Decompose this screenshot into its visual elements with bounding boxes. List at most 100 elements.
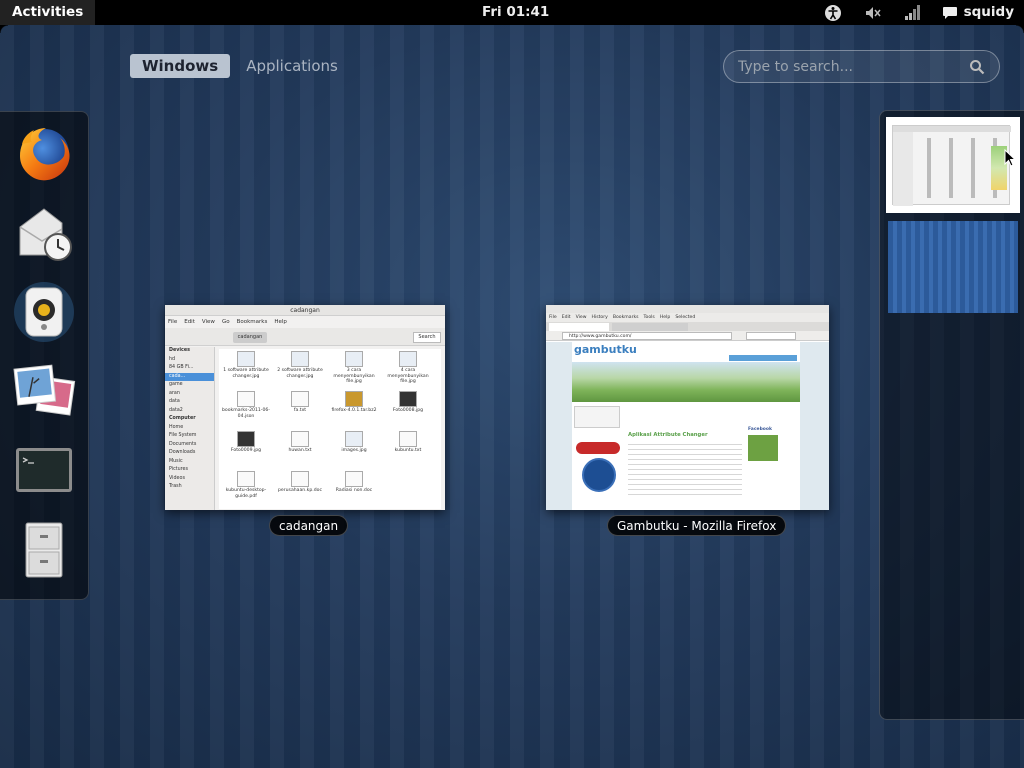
- tab-bar: [546, 322, 829, 331]
- file-item[interactable]: bookmarks-2011-06-04.json: [219, 389, 273, 429]
- workspace-mini-window: [892, 125, 1011, 206]
- file-name: 1 software attribute changer.jpg: [223, 368, 269, 379]
- window-titlebar: [546, 305, 829, 313]
- sidebar-item[interactable]: 84 GB Fi...: [169, 364, 214, 373]
- search-icon: [970, 60, 985, 75]
- banner-badge[interactable]: [576, 442, 620, 454]
- window-caption-firefox[interactable]: Gambutku - Mozilla Firefox: [607, 515, 787, 536]
- window-thumbnail-firefox[interactable]: File Edit View History Bookmarks Tools H…: [546, 305, 829, 510]
- sidebar-item[interactable]: Trash: [169, 483, 214, 492]
- file-item[interactable]: Foto0008.jpg: [381, 389, 435, 429]
- file-icon: [345, 431, 363, 447]
- volume-muted-icon[interactable]: [864, 4, 882, 22]
- menu-item[interactable]: Bookmarks: [613, 313, 639, 322]
- file-icon: [291, 431, 309, 447]
- dash-item-files[interactable]: [12, 517, 76, 581]
- dash-item-firefox[interactable]: [12, 122, 76, 186]
- browser-tab[interactable]: [612, 323, 688, 331]
- file-item[interactable]: Radiasi non.doc: [327, 469, 381, 509]
- file-item[interactable]: kubuntu.txt: [381, 429, 435, 469]
- menubar: File Edit View Go Bookmarks Help: [165, 317, 445, 327]
- file-icon: [291, 391, 309, 407]
- file-name: firefox-4.0.1.tar.bz2: [331, 408, 377, 413]
- clock[interactable]: Fri 01:41: [482, 0, 549, 25]
- menu-item[interactable]: View: [202, 317, 215, 327]
- file-icon: [399, 391, 417, 407]
- file-item[interactable]: images.jpg: [327, 429, 381, 469]
- menu-item[interactable]: Edit: [184, 317, 195, 327]
- page-body: gambutku Aplikasi Attribute Changer Face…: [572, 342, 800, 510]
- tab-windows[interactable]: Windows: [130, 54, 231, 78]
- search-button[interactable]: Search: [413, 332, 441, 343]
- file-icon: [345, 351, 363, 367]
- menu-item[interactable]: Bookmarks: [237, 317, 268, 327]
- file-item[interactable]: 1 software attribute changer.jpg: [219, 349, 273, 389]
- sidebar-item[interactable]: data: [169, 398, 214, 407]
- sidebar-item[interactable]: aran: [169, 390, 214, 399]
- menu-item[interactable]: Help: [660, 313, 670, 322]
- file-name: 4 cara menyembunyikan file.jpg: [387, 368, 429, 384]
- dash-item-rhythmbox[interactable]: [12, 280, 76, 344]
- sidebar-item[interactable]: Home: [169, 424, 214, 433]
- sidebar-item[interactable]: game: [169, 381, 214, 390]
- menu-item[interactable]: Help: [274, 317, 287, 327]
- menu-item[interactable]: View: [576, 313, 587, 322]
- sidebar-item[interactable]: Pictures: [169, 466, 214, 475]
- site-title[interactable]: gambutku: [574, 343, 637, 356]
- workspace-thumbnail-active[interactable]: [886, 117, 1020, 213]
- dash-item-shotwell[interactable]: [12, 359, 76, 423]
- sidebar-item[interactable]: Downloads: [169, 449, 214, 458]
- sidebar-item[interactable]: hd: [169, 356, 214, 365]
- file-item[interactable]: huwan.txt: [273, 429, 327, 469]
- menu-item[interactable]: Selected: [675, 313, 695, 322]
- sidebar-item[interactable]: data2: [169, 407, 214, 416]
- file-name: 2 software attribute changer.jpg: [277, 368, 323, 379]
- file-name: Foto0009.jpg: [230, 448, 262, 453]
- post-title[interactable]: Aplikasi Attribute Changer: [628, 432, 728, 438]
- sidebar-item-selected[interactable]: cada...: [165, 372, 214, 381]
- file-name: kubuntu-desktop-guide.pdf: [225, 488, 267, 499]
- menu-item[interactable]: Edit: [562, 313, 571, 322]
- browser-search-field[interactable]: [746, 332, 796, 340]
- file-item[interactable]: 2 software attribute changer.jpg: [273, 349, 327, 389]
- window-caption-file-manager[interactable]: cadangan: [269, 515, 349, 536]
- sidebar-item[interactable]: Videos: [169, 475, 214, 484]
- file-item[interactable]: 4 cara menyembunyikan file.jpg: [381, 349, 435, 389]
- menu-item[interactable]: File: [549, 313, 557, 322]
- sidebar-item[interactable]: Music: [169, 458, 214, 467]
- menu-item[interactable]: Tools: [644, 313, 655, 322]
- tab-applications[interactable]: Applications: [234, 54, 350, 78]
- menu-item[interactable]: File: [168, 317, 177, 327]
- nav-bar: http://www.gambutku.com/: [546, 331, 829, 341]
- search-input[interactable]: [738, 58, 958, 76]
- file-item[interactable]: Foto0009.jpg: [219, 429, 273, 469]
- menu-item[interactable]: History: [592, 313, 608, 322]
- mouse-cursor-icon: [1004, 149, 1016, 167]
- network-signal-icon[interactable]: [903, 4, 921, 22]
- file-item[interactable]: firefox-4.0.1.tar.bz2: [327, 389, 381, 429]
- browser-tab[interactable]: [549, 323, 609, 331]
- menu-item[interactable]: Go: [222, 317, 230, 327]
- user-menu[interactable]: squidy: [942, 0, 1014, 25]
- file-item[interactable]: perusahaan.kp.doc: [273, 469, 327, 509]
- location-button[interactable]: cadangan: [233, 332, 267, 343]
- dash-item-evolution[interactable]: [12, 201, 76, 265]
- sidebar-item[interactable]: Documents: [169, 441, 214, 450]
- search-box[interactable]: [723, 50, 1000, 83]
- accessibility-icon[interactable]: [824, 4, 842, 22]
- window-thumbnail-file-manager[interactable]: cadangan File Edit View Go Bookmarks Hel…: [165, 305, 445, 510]
- workspace-thumbnail[interactable]: [888, 221, 1018, 313]
- url-bar[interactable]: http://www.gambutku.com/: [562, 332, 732, 340]
- file-icon: [237, 391, 255, 407]
- sidebar-item[interactable]: File System: [169, 432, 214, 441]
- translate-widget[interactable]: [574, 406, 620, 428]
- file-grid: 1 software attribute changer.jpg 2 softwa…: [219, 349, 441, 509]
- menubar: File Edit View History Bookmarks Tools H…: [546, 313, 829, 322]
- sidebar-widget-title: Facebook: [748, 427, 772, 432]
- dash-item-terminal[interactable]: [12, 438, 76, 502]
- sidebar-header: Devices: [169, 348, 190, 353]
- activities-button[interactable]: Activities: [0, 0, 96, 25]
- file-item[interactable]: fa.txt: [273, 389, 327, 429]
- file-item[interactable]: kubuntu-desktop-guide.pdf: [219, 469, 273, 509]
- file-item[interactable]: 3 cara menyembunyikan file.jpg: [327, 349, 381, 389]
